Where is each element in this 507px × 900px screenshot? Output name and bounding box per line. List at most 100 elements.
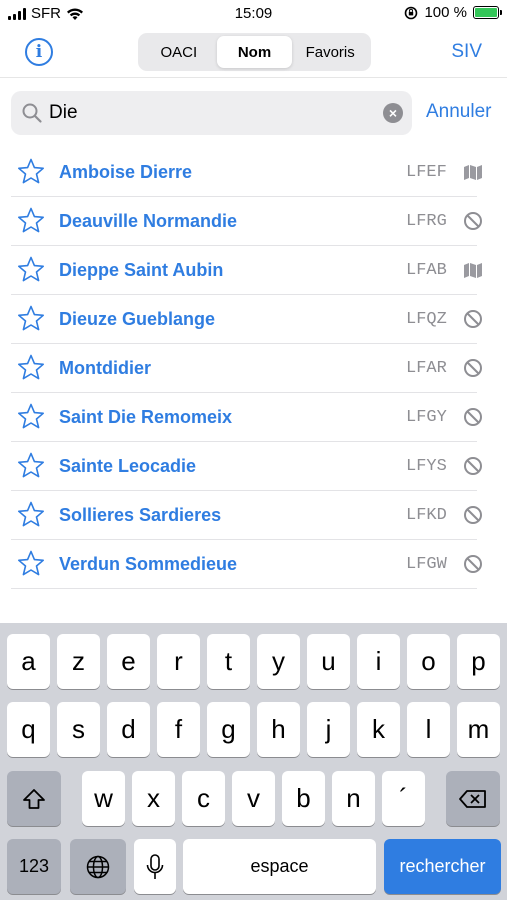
globe-icon: [86, 855, 110, 878]
prohibited-icon: [464, 310, 482, 328]
key-v[interactable]: v: [232, 771, 275, 826]
status-bar: SFR 15:09 100 %: [0, 0, 507, 28]
key-e[interactable]: e: [107, 634, 150, 689]
status-right: 100 %: [404, 4, 502, 21]
airport-oaci-code: LFAR: [406, 359, 447, 378]
key-b[interactable]: b: [282, 771, 325, 826]
search-input[interactable]: [49, 97, 379, 129]
prohibited-icon: [464, 359, 482, 377]
airport-row[interactable]: Dieppe Saint Aubin LFAB: [0, 246, 507, 295]
orientation-lock-icon: [405, 6, 418, 19]
key-t[interactable]: t: [207, 634, 250, 689]
airport-oaci-code: LFAB: [406, 261, 447, 280]
map-icon: [464, 165, 482, 180]
favorite-star-icon[interactable]: [16, 206, 46, 236]
search-icon: [22, 103, 42, 123]
prohibited-icon: [464, 555, 482, 573]
airport-row[interactable]: Saint Die Remomeix LFGY: [0, 393, 507, 442]
airport-oaci-code: LFKD: [406, 506, 447, 525]
prohibited-icon: [464, 506, 482, 524]
airport-row[interactable]: Sainte Leocadie LFYS: [0, 442, 507, 491]
shift-key[interactable]: [7, 771, 61, 826]
search-mode-segmented-control: OACI Nom Favoris: [138, 33, 371, 71]
segment-favoris[interactable]: Favoris: [292, 36, 368, 68]
info-icon[interactable]: i: [25, 38, 53, 66]
search-bar: ×: [11, 91, 412, 135]
favorite-star-icon[interactable]: [16, 402, 46, 432]
key-n[interactable]: n: [332, 771, 375, 826]
keyboard: a z e r t y u i o p q s d f g h j k l m w x c v b n ´ 123 espace rech…: [0, 623, 507, 900]
map-icon: [464, 263, 482, 278]
key-l[interactable]: l: [407, 702, 450, 757]
airport-row[interactable]: Verdun Sommedieue LFGW: [0, 540, 507, 589]
siv-button[interactable]: SIV: [451, 41, 482, 63]
cancel-button[interactable]: Annuler: [426, 101, 492, 123]
battery-percentage: 100 %: [424, 4, 467, 21]
results-list: Amboise Dierre LFEF Deauville Normandie LFR…: [0, 148, 507, 589]
key-f[interactable]: f: [157, 702, 200, 757]
airport-name: Dieuze Gueblange: [59, 309, 216, 329]
battery-level-fill: [475, 8, 497, 17]
key-s[interactable]: s: [57, 702, 100, 757]
segment-oaci[interactable]: OACI: [141, 36, 217, 68]
airport-name: Deauville Normandie: [59, 211, 238, 231]
airport-row[interactable]: Montdidier LFAR: [0, 344, 507, 393]
key-c[interactable]: c: [182, 771, 225, 826]
key-d[interactable]: d: [107, 702, 150, 757]
key-q[interactable]: q: [7, 702, 50, 757]
favorite-star-icon[interactable]: [16, 549, 46, 579]
key-z[interactable]: z: [57, 634, 100, 689]
key-h[interactable]: h: [257, 702, 300, 757]
favorite-star-icon[interactable]: [16, 500, 46, 530]
favorite-star-icon[interactable]: [16, 157, 46, 187]
key-p[interactable]: p: [457, 634, 500, 689]
airport-oaci-code: LFQZ: [406, 310, 447, 329]
key-i[interactable]: i: [357, 634, 400, 689]
delete-key[interactable]: [446, 771, 500, 826]
airport-name: Sollieres Sardieres: [59, 505, 222, 525]
key-x[interactable]: x: [132, 771, 175, 826]
key-u[interactable]: u: [307, 634, 350, 689]
prohibited-icon: [464, 408, 482, 426]
segment-nom[interactable]: Nom: [216, 36, 293, 68]
airport-name: Sainte Leocadie: [59, 456, 197, 476]
navigation-bar: i OACI Nom Favoris SIV: [0, 28, 507, 78]
key-m[interactable]: m: [457, 702, 500, 757]
prohibited-icon: [464, 457, 482, 475]
key-y[interactable]: y: [257, 634, 300, 689]
numbers-key[interactable]: 123: [7, 839, 61, 894]
key-r[interactable]: r: [157, 634, 200, 689]
airport-name: Montdidier: [59, 358, 151, 378]
key-g[interactable]: g: [207, 702, 250, 757]
clear-search-icon[interactable]: ×: [383, 103, 403, 123]
dictation-key[interactable]: [134, 839, 176, 894]
microphone-icon: [146, 853, 164, 879]
key-w[interactable]: w: [82, 771, 125, 826]
search-key[interactable]: rechercher: [384, 839, 501, 894]
favorite-star-icon[interactable]: [16, 353, 46, 383]
prohibited-icon: [464, 212, 482, 230]
key-accent[interactable]: ´: [382, 771, 425, 826]
airport-row[interactable]: Dieuze Gueblange LFQZ: [0, 295, 507, 344]
space-key[interactable]: espace: [183, 839, 376, 894]
key-a[interactable]: a: [7, 634, 50, 689]
airport-name: Dieppe Saint Aubin: [59, 260, 224, 280]
airport-row[interactable]: Deauville Normandie LFRG: [0, 197, 507, 246]
favorite-star-icon[interactable]: [16, 451, 46, 481]
shift-icon: [23, 788, 45, 809]
key-j[interactable]: j: [307, 702, 350, 757]
globe-key[interactable]: [70, 839, 126, 894]
battery-icon: [473, 6, 502, 19]
key-k[interactable]: k: [357, 702, 400, 757]
airport-row[interactable]: Sollieres Sardieres LFKD: [0, 491, 507, 540]
airport-name: Saint Die Remomeix: [59, 407, 233, 427]
airport-oaci-code: LFYS: [406, 457, 447, 476]
airport-name: Amboise Dierre: [59, 162, 193, 182]
airport-oaci-code: LFGY: [406, 408, 447, 427]
favorite-star-icon[interactable]: [16, 255, 46, 285]
key-o[interactable]: o: [407, 634, 450, 689]
airport-row[interactable]: Amboise Dierre LFEF: [0, 148, 507, 197]
airport-oaci-code: LFEF: [406, 163, 447, 182]
favorite-star-icon[interactable]: [16, 304, 46, 334]
delete-icon: [459, 789, 486, 808]
